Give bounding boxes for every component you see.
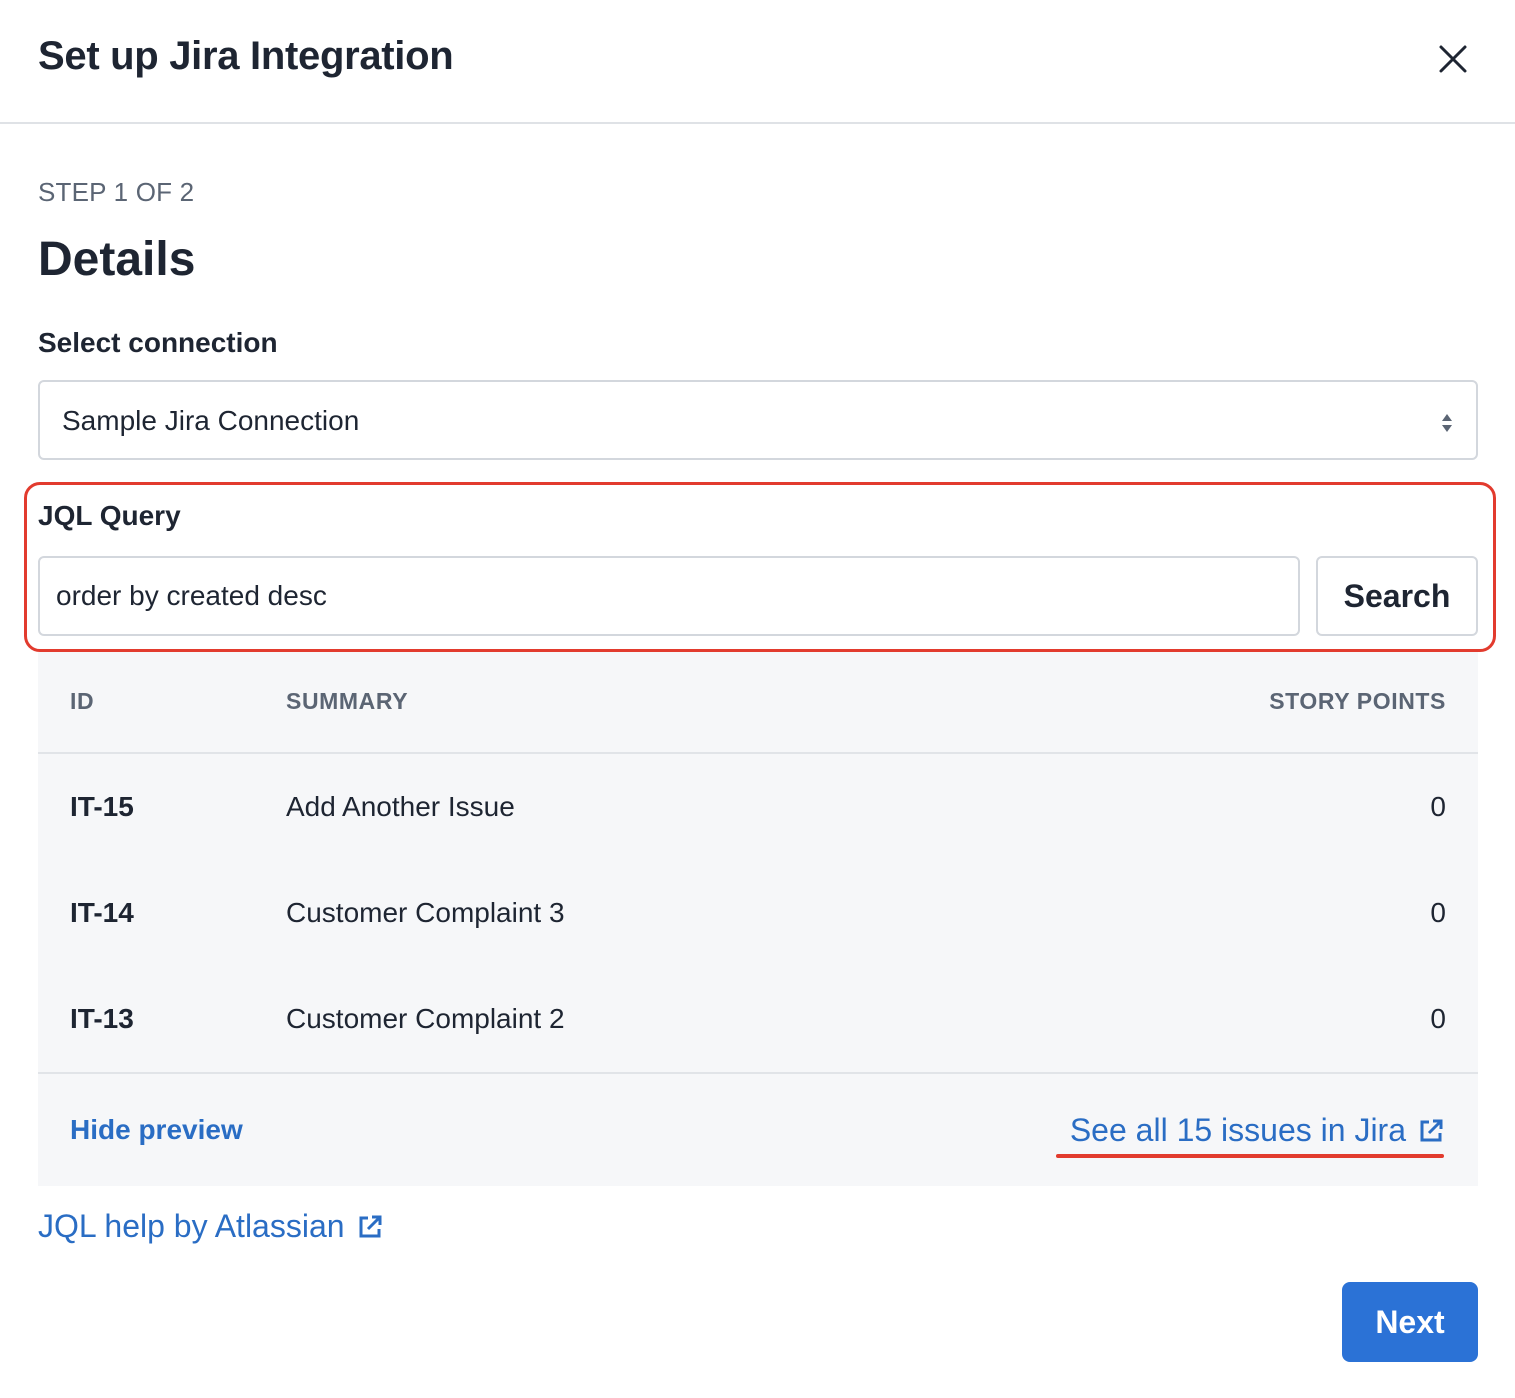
issue-summary: Add Another Issue [286, 791, 515, 822]
issue-summary: Customer Complaint 2 [286, 1003, 565, 1034]
jql-help-label: JQL help by Atlassian [38, 1208, 345, 1244]
external-link-icon [1420, 1119, 1443, 1141]
issue-id: IT-13 [70, 1003, 134, 1034]
hide-preview-link[interactable]: Hide preview [70, 1114, 243, 1146]
select-caret-icon [1442, 414, 1452, 432]
search-button[interactable]: Search [1316, 556, 1478, 636]
jql-help-link[interactable]: JQL help by Atlassian [38, 1208, 383, 1245]
modal-header: Set up Jira Integration [0, 0, 1515, 124]
issues-preview-panel: ID SUMMARY STORY POINTS IT-15 Add Anothe… [38, 652, 1478, 1186]
section-heading: Details [38, 233, 196, 286]
table-row: IT-14 Customer Complaint 3 0 [38, 860, 1478, 966]
issue-id: IT-14 [70, 897, 134, 928]
issue-id: IT-15 [70, 791, 134, 822]
table-row: IT-13 Customer Complaint 2 0 [38, 966, 1478, 1072]
issue-story-points: 0 [1430, 897, 1446, 928]
table-row: IT-15 Add Another Issue 0 [38, 754, 1478, 860]
jira-integration-modal: Set up Jira Integration STEP 1 OF 2 Deta… [0, 0, 1515, 1398]
column-header-story-points: STORY POINTS [1269, 688, 1446, 714]
jql-query-label: JQL Query [38, 500, 181, 531]
table-footer-divider [38, 1072, 1478, 1074]
connection-label: Select connection [38, 327, 278, 358]
issue-story-points: 0 [1430, 1003, 1446, 1034]
close-icon [1439, 45, 1467, 73]
next-button[interactable]: Next [1342, 1282, 1478, 1362]
jql-query-input[interactable] [38, 556, 1300, 636]
see-all-issues-label: See all 15 issues in Jira [1069, 1112, 1406, 1148]
see-all-issues-link[interactable]: See all 15 issues in Jira [1070, 1112, 1444, 1149]
close-button[interactable] [1428, 34, 1478, 84]
connection-select[interactable]: Sample Jira Connection [38, 380, 1478, 460]
see-all-underline-annotation [1056, 1154, 1444, 1158]
column-header-summary: SUMMARY [286, 688, 409, 714]
issue-summary: Customer Complaint 3 [286, 897, 565, 928]
external-link-icon [359, 1215, 382, 1237]
column-header-id: ID [70, 688, 95, 714]
issue-story-points: 0 [1430, 791, 1446, 822]
step-indicator: STEP 1 OF 2 [38, 177, 195, 207]
connection-select-value: Sample Jira Connection [62, 405, 360, 436]
modal-title: Set up Jira Integration [38, 34, 454, 78]
